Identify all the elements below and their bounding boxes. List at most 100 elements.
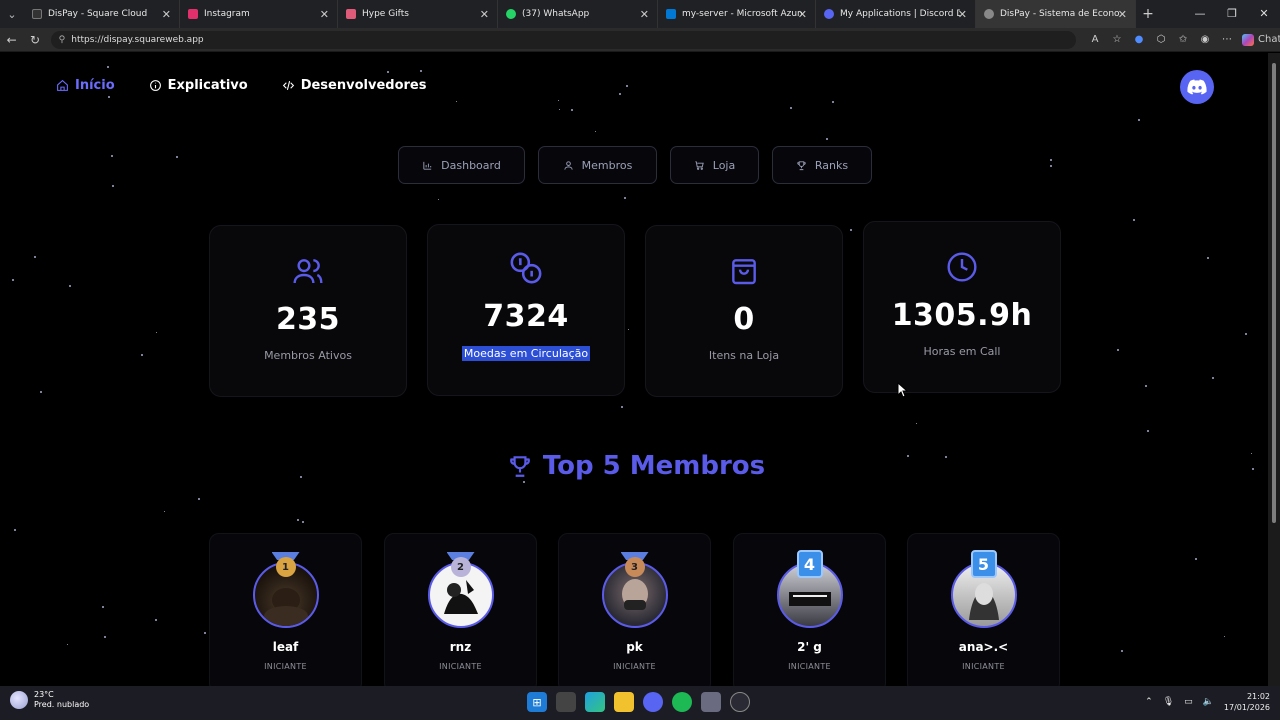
url-field[interactable]: ⚲ https://dispay.squareweb.app [50, 30, 1077, 49]
start-windows-icon[interactable]: ⊞ [527, 692, 547, 712]
tab-discord-developers[interactable]: My Applications | Discord Develo ✕ [816, 0, 976, 28]
tab-instagram[interactable]: Instagram ✕ [180, 0, 338, 28]
square-cloud-favicon-icon [32, 9, 42, 19]
tab-dispay-square-cloud[interactable]: DisPay - Square Cloud ✕ [24, 0, 180, 28]
star-dot [624, 197, 626, 199]
volume-icon[interactable]: 🔈 [1203, 697, 1214, 707]
edge-browser-icon[interactable] [585, 692, 605, 712]
close-tab-icon[interactable]: ✕ [798, 8, 807, 21]
stat-card-moedas: 7324 Moedas em Circulação [427, 224, 625, 396]
star-dot [1195, 558, 1197, 560]
star-dot [621, 406, 623, 408]
nav-label: Início [75, 78, 115, 93]
close-tab-icon[interactable]: ✕ [640, 8, 649, 21]
rank-medal: 2 [450, 557, 471, 577]
app-icon[interactable] [701, 692, 721, 712]
close-window-icon[interactable]: ✕ [1248, 0, 1280, 28]
page-viewport: Início Explicativo Desenvolvedores Dashb… [4, 53, 1268, 686]
member-card-5[interactable]: 5 ana>.< INICIANTE [907, 533, 1060, 686]
subnav-loja-button[interactable]: Loja [670, 146, 759, 184]
close-tab-icon[interactable]: ✕ [162, 8, 171, 21]
star-dot [558, 100, 559, 101]
subnav-ranks-button[interactable]: Ranks [772, 146, 872, 184]
settings-app-icon[interactable] [730, 692, 750, 712]
close-tab-icon[interactable]: ✕ [320, 8, 329, 21]
stat-card-membros-ativos: 235 Membros Ativos [209, 225, 407, 397]
star-dot [108, 96, 110, 98]
tab-hype-gifts[interactable]: Hype Gifts ✕ [338, 0, 498, 28]
new-tab-icon[interactable]: + [1136, 6, 1160, 22]
star-dot [420, 70, 422, 72]
star-dot [14, 529, 16, 531]
weather-cloud-icon [10, 691, 28, 709]
top-members-heading: Top 5 Membros [4, 451, 1268, 481]
star-dot [156, 332, 157, 333]
spotify-icon[interactable] [672, 692, 692, 712]
refresh-icon[interactable]: ↻ [23, 33, 46, 47]
subnav-membros-button[interactable]: Membros [538, 146, 657, 184]
more-menu-icon[interactable]: ⋯ [1216, 34, 1238, 45]
subnav-label: Ranks [814, 158, 849, 172]
extensions-puzzle-icon[interactable]: ⬡ [1150, 34, 1172, 45]
close-tab-icon[interactable]: ✕ [958, 8, 967, 21]
star-dot [198, 498, 200, 500]
subnav-dashboard-button[interactable]: Dashboard [398, 146, 525, 184]
scrollbar-thumb[interactable] [1272, 63, 1276, 523]
show-hidden-icons-icon[interactable]: ⌃ [1145, 697, 1153, 707]
nav-desenvolvedores[interactable]: Desenvolvedores [282, 78, 426, 93]
member-tier: INICIANTE [962, 662, 1005, 671]
stat-value: 0 [733, 302, 755, 337]
star-dot [1207, 257, 1209, 259]
restore-icon[interactable]: ❐ [1216, 0, 1248, 28]
nav-explicativo[interactable]: Explicativo [149, 78, 248, 93]
clock-time: 21:02 [1246, 692, 1270, 701]
member-card-2[interactable]: 2 rnz INICIANTE [384, 533, 537, 686]
shopping-bag-icon [732, 259, 756, 285]
stat-card-horas-call: 1305.9h Horas em Call [863, 221, 1061, 393]
page-scrollbar[interactable] [1268, 53, 1280, 686]
users-icon [293, 259, 323, 284]
stat-label: Membros Ativos [264, 349, 352, 362]
tab-whatsapp[interactable]: (37) WhatsApp ✕ [498, 0, 658, 28]
member-card-1[interactable]: 1 leaf INICIANTE [209, 533, 362, 686]
network-icon[interactable]: ▭ [1184, 697, 1193, 707]
star-dot [456, 101, 457, 102]
tab-label: Hype Gifts [362, 9, 409, 19]
discord-button[interactable] [1180, 70, 1214, 104]
trophy-icon [797, 160, 806, 170]
discord-app-icon[interactable] [643, 692, 663, 712]
member-card-3[interactable]: 3 pk INICIANTE [558, 533, 711, 686]
rank-badge: 4 [796, 550, 823, 578]
star-dot [107, 66, 109, 68]
nav-inicio[interactable]: Início [56, 78, 115, 93]
tab-actions-icon[interactable]: ⌄ [0, 0, 24, 28]
file-explorer-icon[interactable] [614, 692, 634, 712]
close-tab-icon[interactable]: ✕ [480, 8, 489, 21]
tab-azure[interactable]: my-server - Microsoft Azure ✕ [658, 0, 816, 28]
close-tab-icon[interactable]: ✕ [1118, 8, 1127, 21]
url-text: https://dispay.squareweb.app [71, 34, 204, 45]
weather-widget[interactable]: 23°C Pred. nublado [10, 690, 89, 710]
clock-date: 17/01/2026 [1223, 703, 1270, 712]
tab-dispay-sistema[interactable]: DisPay - Sistema de Economia Di ✕ [976, 0, 1136, 28]
back-icon[interactable]: ← [0, 33, 23, 47]
task-view-icon[interactable] [556, 692, 576, 712]
profile-avatar-icon[interactable]: ◉ [1194, 34, 1216, 45]
member-card-4[interactable]: 4 2' g INICIANTE [733, 533, 886, 686]
read-aloud-icon[interactable]: A [1084, 34, 1106, 45]
azure-favicon-icon [666, 9, 676, 19]
system-tray: ⌃ 🎙 ▭ 🔈 21:02 17/01/2026 [1145, 691, 1270, 713]
favorite-star-icon[interactable]: ☆ [1106, 34, 1128, 45]
copilot-icon [1242, 33, 1255, 46]
subnav-label: Membros [581, 158, 633, 172]
site-info-icon[interactable]: ⚲ [59, 35, 66, 45]
trophy-icon [509, 456, 530, 477]
copilot-chat-button[interactable]: Chat [1242, 33, 1280, 46]
extension-icon[interactable]: ● [1128, 34, 1150, 45]
stat-card-itens-loja: 0 Itens na Loja [645, 225, 843, 397]
minimize-icon[interactable]: — [1184, 0, 1216, 28]
favorites-icon[interactable]: ✩ [1172, 34, 1194, 45]
clock[interactable]: 21:02 17/01/2026 [1224, 691, 1270, 713]
star-dot [302, 521, 304, 523]
microphone-icon[interactable]: 🎙 [1163, 697, 1174, 707]
